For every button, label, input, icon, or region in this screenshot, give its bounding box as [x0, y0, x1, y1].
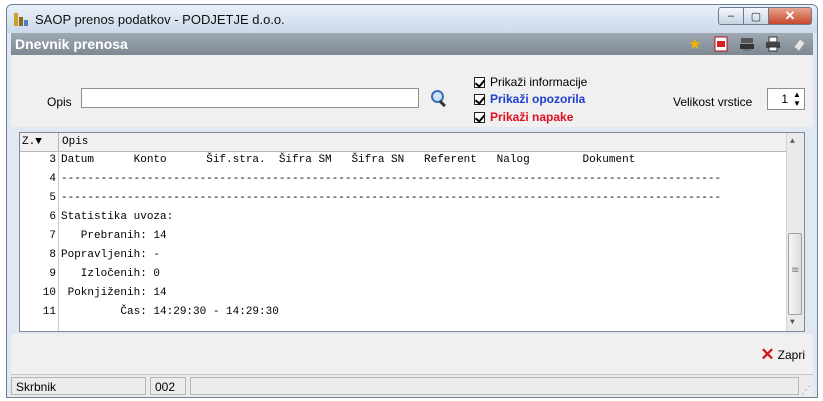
- column-header-z[interactable]: Z.▼: [22, 136, 42, 148]
- row-text: Prebranih: 14: [61, 230, 167, 242]
- panel-header: Dnevnik prenosa ★: [11, 33, 813, 55]
- row-text: Statistika uvoza:: [61, 211, 174, 223]
- column-header-opis[interactable]: Opis: [62, 136, 88, 148]
- row-text: Datum Konto Šif.stra. Šifra SM Šifra SN …: [61, 154, 636, 166]
- table-row[interactable]: 8 Popravljenih: -: [20, 249, 786, 265]
- search-icon[interactable]: [431, 90, 447, 108]
- minimize-button[interactable]: –: [718, 7, 744, 25]
- status-bar: Skrbnik 002 ⋰: [11, 374, 813, 397]
- table-row[interactable]: 4 --------------------------------------…: [20, 173, 786, 189]
- row-number: 7: [49, 230, 56, 242]
- show-errors-checkbox[interactable]: Prikaži napake: [474, 110, 573, 124]
- show-warnings-checkbox[interactable]: Prikaži opozorila: [474, 92, 585, 106]
- show-errors-label: Prikaži napake: [490, 110, 574, 124]
- row-number: 11: [42, 306, 56, 318]
- app-icon: [14, 13, 29, 26]
- log-grid[interactable]: Z.▼ Opis 3 Datum Konto Šif.stra. Šifra S…: [19, 132, 805, 332]
- row-text: Čas: 14:29:30 - 14:29:30: [61, 306, 279, 318]
- row-number: 5: [49, 192, 56, 204]
- table-row[interactable]: 7 Prebranih: 14: [20, 230, 786, 246]
- row-text: Popravljenih: -: [61, 249, 161, 261]
- spin-up-icon[interactable]: ▲: [791, 90, 803, 99]
- window-title: SAOP prenos podatkov - PODJETJE d.o.o.: [35, 12, 285, 27]
- row-number: 3: [49, 154, 56, 166]
- table-row[interactable]: 5 --------------------------------------…: [20, 192, 786, 208]
- status-user: Skrbnik: [11, 377, 146, 395]
- status-extra: [190, 377, 799, 395]
- row-text: ----------------------------------------…: [61, 192, 722, 204]
- scroll-up-icon[interactable]: ▲: [790, 137, 795, 146]
- show-info-label: Prikaži informacije: [490, 75, 588, 89]
- window-controls: – ▢ ✕: [718, 7, 812, 26]
- table-row[interactable]: 6 Statistika uvoza:: [20, 211, 786, 227]
- vertical-scrollbar[interactable]: ▲ ▼: [786, 133, 804, 331]
- scrollbar-thumb[interactable]: [788, 233, 802, 315]
- opis-label: Opis: [47, 95, 72, 109]
- row-number: 8: [49, 249, 56, 261]
- close-button-label: Zapri: [777, 348, 805, 362]
- bottom-bar: ✕ Zapri: [11, 334, 813, 374]
- main-window: SAOP prenos podatkov - PODJETJE d.o.o. –…: [6, 4, 818, 398]
- eraser-icon[interactable]: [789, 34, 809, 54]
- stamp-icon[interactable]: [737, 34, 757, 54]
- row-size-spinner[interactable]: 1 ▲ ▼: [767, 88, 805, 110]
- checkbox-checked-icon[interactable]: [474, 111, 485, 123]
- show-info-checkbox[interactable]: Prikaži informacije: [474, 75, 587, 89]
- filter-panel: Opis Prikaži informacije Prikaži opozori…: [11, 55, 813, 127]
- table-row[interactable]: 10 Poknjiženih: 14: [20, 287, 786, 303]
- row-number: 9: [49, 268, 56, 280]
- row-size-value[interactable]: 1: [781, 92, 788, 106]
- table-row[interactable]: 3 Datum Konto Šif.stra. Šifra SM Šifra S…: [20, 154, 786, 170]
- toolbar: ★: [685, 34, 809, 54]
- scroll-down-icon[interactable]: ▼: [790, 318, 795, 327]
- star-icon[interactable]: ★: [685, 34, 705, 54]
- export-icon[interactable]: [711, 34, 731, 54]
- close-button[interactable]: ✕ Zapri: [760, 345, 805, 364]
- print-icon[interactable]: [763, 34, 783, 54]
- row-text: Poknjiženih: 14: [61, 287, 167, 299]
- close-window-button[interactable]: ✕: [768, 7, 812, 25]
- checkbox-checked-icon[interactable]: [474, 76, 485, 88]
- row-number: 4: [49, 173, 56, 185]
- row-size-label: Velikost vrstice: [673, 95, 753, 109]
- table-row[interactable]: 9 Izločenih: 0: [20, 268, 786, 284]
- row-number: 6: [49, 211, 56, 223]
- maximize-button[interactable]: ▢: [743, 7, 769, 25]
- close-x-icon: ✕: [760, 345, 775, 364]
- title-bar[interactable]: SAOP prenos podatkov - PODJETJE d.o.o. –…: [7, 5, 817, 33]
- row-text: Izločenih: 0: [61, 268, 161, 280]
- resize-grip-icon[interactable]: ⋰: [801, 385, 811, 396]
- status-code: 002: [150, 377, 186, 395]
- panel-title: Dnevnik prenosa: [15, 36, 128, 52]
- row-number: 10: [42, 287, 56, 299]
- grid-header: Z.▼ Opis: [20, 133, 786, 152]
- row-text: ----------------------------------------…: [61, 173, 722, 185]
- show-warnings-label: Prikaži opozorila: [490, 92, 586, 106]
- table-row[interactable]: 11 Čas: 14:29:30 - 14:29:30: [20, 306, 786, 322]
- checkbox-checked-icon[interactable]: [474, 93, 485, 105]
- spin-down-icon[interactable]: ▼: [791, 99, 803, 108]
- opis-search-input[interactable]: [81, 88, 419, 108]
